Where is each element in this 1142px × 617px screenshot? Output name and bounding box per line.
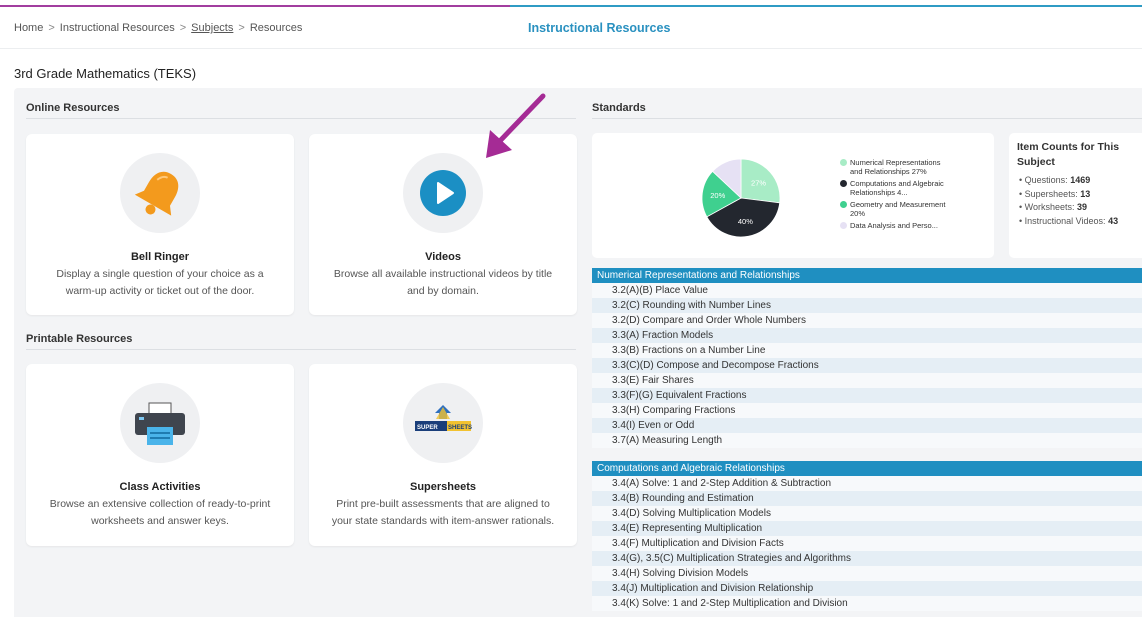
item-count-entry: • Questions: 1469	[1019, 175, 1091, 185]
item-counts-heading: Item Counts for This Subject	[1017, 141, 1120, 168]
item-count-label: Supersheets:	[1024, 188, 1078, 199]
breadcrumb-instructional-resources[interactable]: Instructional Resources	[60, 22, 175, 34]
item-count-label: Instructional Videos:	[1024, 215, 1106, 226]
item-count-entry: • Instructional Videos: 43	[1019, 215, 1119, 226]
standard-item[interactable]: 3.3(C)(D) Compose and Decompose Fraction…	[592, 358, 1142, 373]
item-count-value: 13	[1080, 188, 1091, 199]
domain-header: Computations and Algebraic Relationships	[592, 461, 1142, 476]
legend-swatch	[840, 201, 847, 208]
standard-item[interactable]: 3.3(E) Fair Shares	[592, 373, 1142, 388]
standard-item[interactable]: 3.4(G), 3.5(C) Multiplication Strategies…	[592, 551, 1142, 566]
legend-entry: Computations and Algebraic Relationships…	[840, 179, 950, 197]
breadcrumb-resources: Resources	[249, 22, 303, 34]
legend-swatch	[840, 180, 847, 187]
item-counts-list: • Questions: 1469 • Supersheets: 13 • Work…	[1017, 174, 1134, 228]
supersheets-description: Print pre-built assessments that are ali…	[331, 498, 555, 527]
domain-header: Numerical Representations and Relationsh…	[592, 268, 1142, 283]
item-count-value: 1469	[1070, 175, 1091, 185]
legend-swatch	[840, 159, 847, 166]
standard-item[interactable]: 3.2(D) Compare and Order Whole Numbers	[592, 313, 1142, 328]
breadcrumb-separator: >	[238, 22, 245, 34]
domain-pie-chart: 27% 40% 20%	[701, 158, 781, 238]
standard-item[interactable]: 3.7(A) Measuring Length	[592, 433, 1142, 448]
supersheets-card[interactable]: SUPER SHEETS Supersheets Print pre-built…	[309, 364, 577, 546]
standard-item[interactable]: 3.2(C) Rounding with Number Lines	[592, 298, 1142, 313]
top-accent-line-blue	[510, 5, 1142, 7]
item-count-label: Worksheets:	[1024, 202, 1075, 212]
breadcrumb-subjects[interactable]: Subjects	[191, 22, 233, 34]
bell-icon	[120, 153, 200, 233]
online-resources-heading: Online Resources	[26, 102, 120, 114]
top-bar: Home > Instructional Resources > Subjects > Re…	[0, 0, 1142, 49]
pie-legend: Numerical Representations and Relationsh…	[840, 158, 950, 233]
legend-label: Geometry and Measurement 20%	[850, 200, 946, 218]
videos-title: Videos	[425, 251, 461, 263]
svg-text:SHEETS: SHEETS	[448, 425, 472, 431]
standard-item[interactable]: 3.3(B) Fractions on a Number Line	[592, 343, 1142, 358]
breadcrumb-separator: >	[179, 22, 187, 34]
standard-item[interactable]: 3.3(F)(G) Equivalent Fractions	[592, 388, 1142, 403]
standard-item[interactable]: 3.4(H) Solving Division Models	[592, 566, 1142, 581]
item-count-label: Questions:	[1024, 175, 1068, 185]
standard-item[interactable]: 3.2(A)(B) Place Value	[592, 283, 1142, 298]
class-activities-description: Browse an extensive collection of ready-…	[49, 498, 271, 527]
standards-heading: Standards	[592, 102, 646, 114]
page-header-title: Instructional Resources	[528, 21, 671, 35]
class-activities-card[interactable]: Class Activities Browse an extensive col…	[26, 364, 294, 546]
legend-entry: Data Analysis and Perso...	[840, 221, 950, 230]
standard-item[interactable]: 3.4(F) Multiplication and Division Facts	[592, 536, 1142, 551]
standard-item[interactable]: 3.4(B) Rounding and Estimation	[592, 491, 1142, 506]
breadcrumb: Home > Instructional Resources > Subjects > Re…	[14, 22, 302, 34]
legend-label: Numerical Representations and Relationsh…	[850, 158, 941, 176]
standard-item[interactable]: 3.4(I) Even or Odd	[592, 418, 1142, 433]
pie-slice-label: 40%	[738, 217, 753, 226]
standard-item[interactable]: 3.4(J) Multiplication and Division Relat…	[592, 581, 1142, 596]
standard-item[interactable]: 3.4(E) Representing Multiplication	[592, 521, 1142, 536]
svg-text:SUPER: SUPER	[417, 425, 438, 431]
supersheets-title: Supersheets	[409, 481, 477, 493]
pie-slice-label: 20%	[710, 191, 725, 200]
breadcrumb-home[interactable]: Home	[14, 22, 43, 34]
class-activities-title: Class Activities	[119, 481, 201, 493]
section-divider	[592, 118, 1142, 119]
play-icon	[403, 153, 483, 233]
standard-item[interactable]: 3.3(A) Fraction Models	[592, 328, 1142, 343]
item-count-entry: • Worksheets: 39	[1019, 202, 1088, 212]
bell-ringer-description: Display a single question of your choice…	[56, 268, 264, 297]
item-count-entry: • Supersheets: 13	[1019, 188, 1091, 199]
legend-label: Computations and Algebraic Relationships…	[850, 179, 944, 197]
item-count-value: 39	[1077, 202, 1088, 212]
subject-title: 3rd Grade Mathematics (TEKS)	[14, 66, 197, 81]
printable-resources-heading: Printable Resources	[26, 333, 133, 345]
legend-entry: Geometry and Measurement 20%	[840, 200, 950, 218]
legend-swatch	[840, 222, 847, 229]
supersheets-logo-icon: SUPER SHEETS	[403, 383, 483, 463]
bell-ringer-title: Bell Ringer	[130, 251, 190, 263]
section-divider	[26, 349, 576, 350]
standard-item[interactable]: 3.4(K) Solve: 1 and 2-Step Multiplicatio…	[592, 596, 1142, 611]
standard-item[interactable]: 3.4(D) Solving Multiplication Models	[592, 506, 1142, 521]
pie-slice-label: 27%	[751, 179, 766, 188]
item-counts-card: Item Counts for This Subject • Questions…	[1009, 133, 1142, 258]
legend-label: Data Analysis and Perso...	[850, 221, 938, 230]
standard-item[interactable]: 3.3(H) Comparing Fractions	[592, 403, 1142, 418]
standard-item[interactable]: 3.4(A) Solve: 1 and 2-Step Addition & Su…	[592, 476, 1142, 491]
item-count-value: 43	[1108, 215, 1119, 226]
printer-icon	[120, 383, 200, 463]
annotation-arrow-icon	[486, 93, 546, 158]
videos-description: Browse all available instructional video…	[333, 268, 553, 297]
bell-ringer-card[interactable]: Bell Ringer Display a single question of…	[26, 134, 294, 315]
standards-chart-card: 27% 40% 20% Numerical Representations and …	[592, 133, 994, 258]
top-accent-line-purple	[0, 5, 510, 7]
legend-entry: Numerical Representations and Relationsh…	[840, 158, 950, 176]
breadcrumb-separator: >	[48, 22, 55, 34]
